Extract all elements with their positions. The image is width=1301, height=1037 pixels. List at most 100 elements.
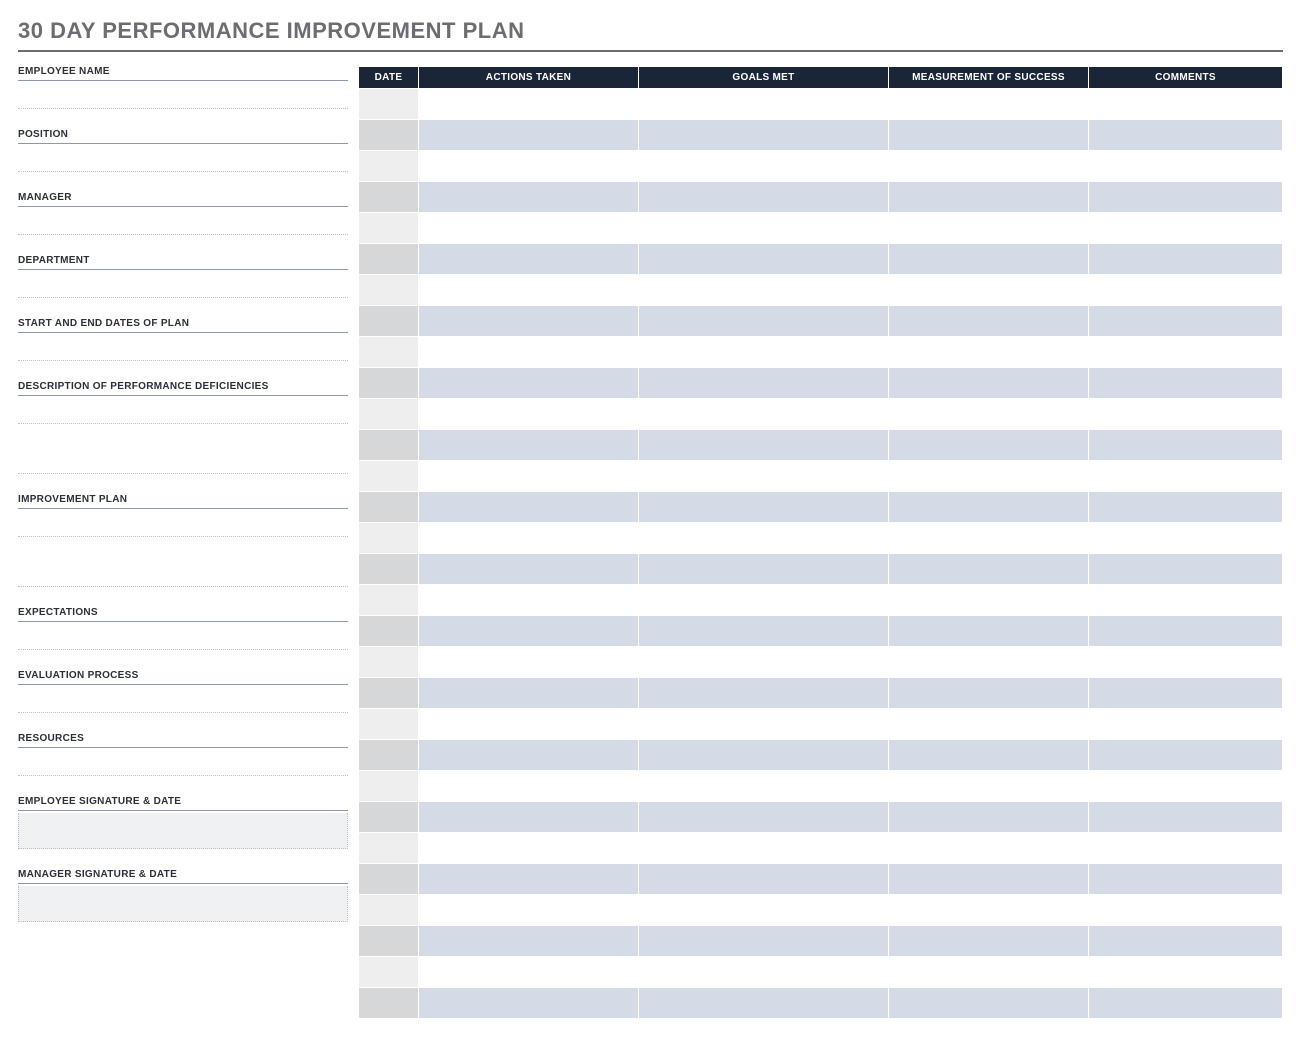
cell-input-goals[interactable]	[639, 647, 888, 677]
cell-input-comments[interactable]	[1089, 275, 1282, 305]
cell-input-measure[interactable]	[889, 864, 1088, 894]
cell-input-comments[interactable]	[1089, 492, 1282, 522]
cell-input-date[interactable]	[359, 430, 418, 460]
cell-input-comments[interactable]	[1089, 647, 1282, 677]
cell-input-goals[interactable]	[639, 399, 888, 429]
cell-input-date[interactable]	[359, 926, 418, 956]
cell-input-goals[interactable]	[639, 461, 888, 491]
cell-input-date[interactable]	[359, 461, 418, 491]
cell-input-measure[interactable]	[889, 709, 1088, 739]
cell-input-measure[interactable]	[889, 833, 1088, 863]
cell-input-comments[interactable]	[1089, 709, 1282, 739]
cell-input-measure[interactable]	[889, 647, 1088, 677]
cell-input-measure[interactable]	[889, 244, 1088, 274]
cell-input-actions[interactable]	[419, 585, 638, 615]
cell-input-date[interactable]	[359, 337, 418, 367]
cell-input-comments[interactable]	[1089, 213, 1282, 243]
cell-input-goals[interactable]	[639, 957, 888, 987]
field-input[interactable]	[18, 685, 348, 713]
cell-input-comments[interactable]	[1089, 244, 1282, 274]
cell-input-actions[interactable]	[419, 461, 638, 491]
cell-input-goals[interactable]	[639, 275, 888, 305]
cell-input-comments[interactable]	[1089, 430, 1282, 460]
cell-input-date[interactable]	[359, 275, 418, 305]
cell-input-actions[interactable]	[419, 709, 638, 739]
cell-input-comments[interactable]	[1089, 740, 1282, 770]
cell-input-measure[interactable]	[889, 926, 1088, 956]
cell-input-date[interactable]	[359, 89, 418, 119]
cell-input-date[interactable]	[359, 802, 418, 832]
cell-input-actions[interactable]	[419, 399, 638, 429]
cell-input-date[interactable]	[359, 709, 418, 739]
cell-input-goals[interactable]	[639, 988, 888, 1018]
cell-input-measure[interactable]	[889, 399, 1088, 429]
cell-input-actions[interactable]	[419, 554, 638, 584]
cell-input-measure[interactable]	[889, 740, 1088, 770]
cell-input-date[interactable]	[359, 523, 418, 553]
cell-input-actions[interactable]	[419, 988, 638, 1018]
cell-input-comments[interactable]	[1089, 988, 1282, 1018]
cell-input-actions[interactable]	[419, 523, 638, 553]
cell-input-comments[interactable]	[1089, 926, 1282, 956]
field-input[interactable]	[18, 81, 348, 109]
cell-input-measure[interactable]	[889, 771, 1088, 801]
cell-input-date[interactable]	[359, 399, 418, 429]
cell-input-date[interactable]	[359, 771, 418, 801]
cell-input-goals[interactable]	[639, 337, 888, 367]
cell-input-comments[interactable]	[1089, 771, 1282, 801]
cell-input-actions[interactable]	[419, 771, 638, 801]
field-input[interactable]	[18, 333, 348, 361]
cell-input-goals[interactable]	[639, 306, 888, 336]
cell-input-actions[interactable]	[419, 647, 638, 677]
cell-input-measure[interactable]	[889, 368, 1088, 398]
cell-input-comments[interactable]	[1089, 895, 1282, 925]
cell-input-date[interactable]	[359, 647, 418, 677]
cell-input-goals[interactable]	[639, 89, 888, 119]
cell-input-goals[interactable]	[639, 678, 888, 708]
cell-input-measure[interactable]	[889, 802, 1088, 832]
cell-input-goals[interactable]	[639, 926, 888, 956]
cell-input-comments[interactable]	[1089, 461, 1282, 491]
cell-input-goals[interactable]	[639, 492, 888, 522]
cell-input-date[interactable]	[359, 151, 418, 181]
field-input[interactable]	[18, 144, 348, 172]
signature-area[interactable]	[18, 813, 348, 849]
cell-input-measure[interactable]	[889, 523, 1088, 553]
cell-input-actions[interactable]	[419, 802, 638, 832]
cell-input-date[interactable]	[359, 678, 418, 708]
field-input[interactable]	[18, 446, 348, 474]
cell-input-actions[interactable]	[419, 213, 638, 243]
cell-input-comments[interactable]	[1089, 802, 1282, 832]
field-input[interactable]	[18, 748, 348, 776]
cell-input-actions[interactable]	[419, 740, 638, 770]
cell-input-goals[interactable]	[639, 430, 888, 460]
cell-input-goals[interactable]	[639, 182, 888, 212]
field-input[interactable]	[18, 559, 348, 587]
cell-input-goals[interactable]	[639, 213, 888, 243]
signature-area[interactable]	[18, 886, 348, 922]
cell-input-date[interactable]	[359, 492, 418, 522]
cell-input-date[interactable]	[359, 306, 418, 336]
field-input[interactable]	[18, 509, 348, 537]
cell-input-comments[interactable]	[1089, 523, 1282, 553]
cell-input-date[interactable]	[359, 554, 418, 584]
cell-input-actions[interactable]	[419, 926, 638, 956]
cell-input-goals[interactable]	[639, 833, 888, 863]
cell-input-actions[interactable]	[419, 120, 638, 150]
cell-input-actions[interactable]	[419, 368, 638, 398]
cell-input-date[interactable]	[359, 957, 418, 987]
cell-input-actions[interactable]	[419, 275, 638, 305]
cell-input-comments[interactable]	[1089, 120, 1282, 150]
cell-input-goals[interactable]	[639, 151, 888, 181]
cell-input-date[interactable]	[359, 585, 418, 615]
cell-input-goals[interactable]	[639, 244, 888, 274]
cell-input-comments[interactable]	[1089, 864, 1282, 894]
cell-input-measure[interactable]	[889, 337, 1088, 367]
cell-input-actions[interactable]	[419, 337, 638, 367]
cell-input-actions[interactable]	[419, 430, 638, 460]
cell-input-date[interactable]	[359, 740, 418, 770]
cell-input-actions[interactable]	[419, 833, 638, 863]
cell-input-goals[interactable]	[639, 368, 888, 398]
cell-input-measure[interactable]	[889, 275, 1088, 305]
cell-input-comments[interactable]	[1089, 957, 1282, 987]
